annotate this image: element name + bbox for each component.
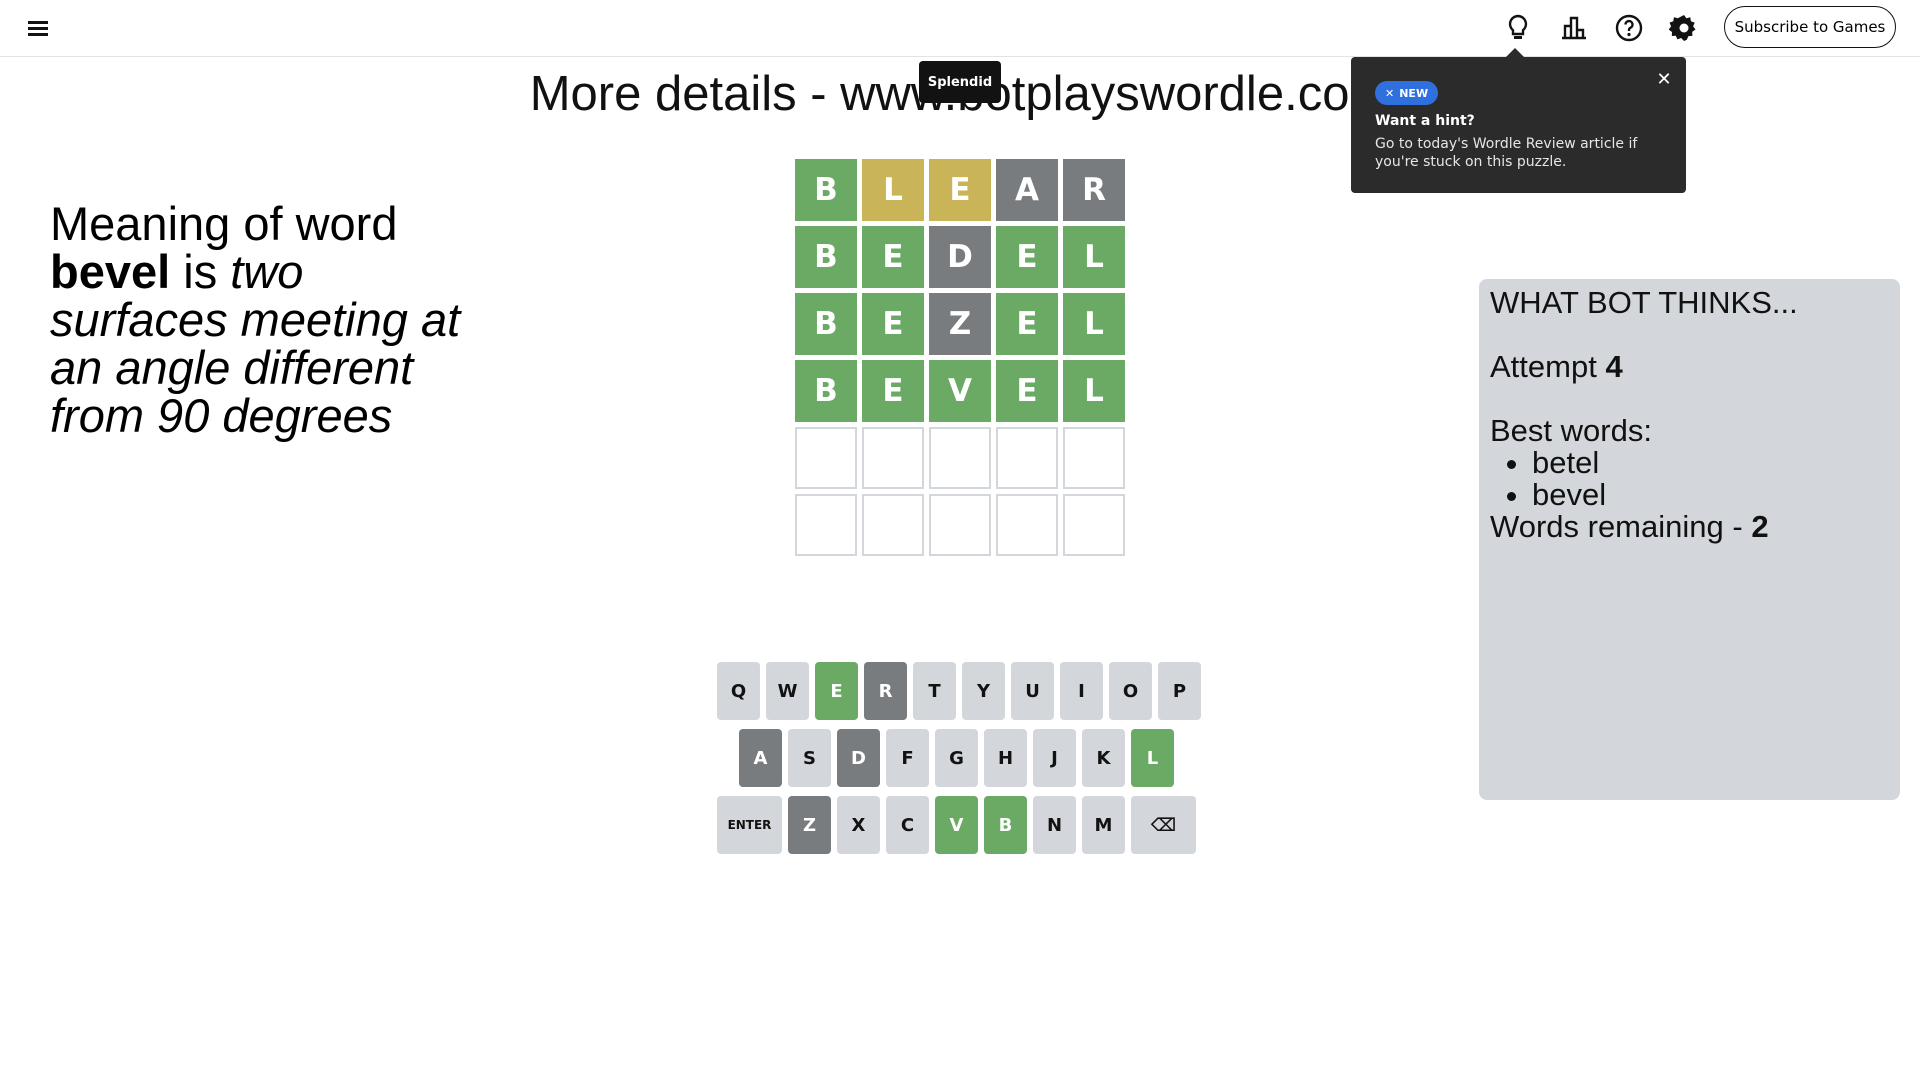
best-word-item: betel bbox=[1532, 447, 1889, 479]
key-w[interactable]: W bbox=[766, 662, 809, 720]
key-p[interactable]: P bbox=[1158, 662, 1201, 720]
key-h[interactable]: H bbox=[984, 729, 1027, 787]
key-g[interactable]: G bbox=[935, 729, 978, 787]
best-words-label: Best words: bbox=[1490, 413, 1652, 448]
board-tile bbox=[929, 494, 991, 556]
board-tile: L bbox=[1063, 226, 1125, 288]
top-bar: Subscribe to Games bbox=[0, 0, 1920, 57]
key-m[interactable]: M bbox=[1082, 796, 1125, 854]
board-tile: B bbox=[795, 293, 857, 355]
key-f[interactable]: F bbox=[886, 729, 929, 787]
meaning-word: bevel bbox=[50, 245, 171, 298]
key-o[interactable]: O bbox=[1109, 662, 1152, 720]
settings-gear-icon[interactable] bbox=[1668, 12, 1700, 44]
words-remaining-line: Words remaining - 2 bbox=[1490, 511, 1889, 543]
sparkle-icon: ✕ bbox=[1385, 86, 1395, 100]
enter-key[interactable]: ENTER bbox=[717, 796, 782, 854]
word-meaning-panel: Meaning of word bevel is two surfaces me… bbox=[50, 200, 470, 440]
key-r[interactable]: R bbox=[864, 662, 907, 720]
new-badge: ✕ NEW bbox=[1375, 81, 1439, 105]
hint-body: Go to today's Wordle Review article if y… bbox=[1375, 136, 1638, 170]
best-word-item: bevel bbox=[1532, 479, 1889, 511]
key-v[interactable]: V bbox=[935, 796, 978, 854]
board-tile: E bbox=[996, 360, 1058, 422]
key-x[interactable]: X bbox=[837, 796, 880, 854]
backspace-key[interactable]: ⌫ bbox=[1131, 796, 1196, 854]
best-words-list: betel bevel bbox=[1490, 447, 1889, 511]
attempt-label: Attempt bbox=[1490, 349, 1597, 384]
key-l[interactable]: L bbox=[1131, 729, 1174, 787]
words-remaining-value: 2 bbox=[1751, 509, 1769, 544]
key-a[interactable]: A bbox=[739, 729, 782, 787]
board-tile bbox=[996, 427, 1058, 489]
board-tile: E bbox=[996, 226, 1058, 288]
key-t[interactable]: T bbox=[913, 662, 956, 720]
close-icon[interactable]: ✕ bbox=[1654, 69, 1674, 90]
board-tile: L bbox=[1063, 360, 1125, 422]
board-tile: R bbox=[1063, 159, 1125, 221]
board-tile: B bbox=[795, 159, 857, 221]
hint-popover: ✕ NEW Want a hint? Go to today's Wordle R… bbox=[1351, 48, 1686, 193]
board-tile bbox=[1063, 427, 1125, 489]
board-tile bbox=[795, 427, 857, 489]
key-c[interactable]: C bbox=[886, 796, 929, 854]
key-b[interactable]: B bbox=[984, 796, 1027, 854]
key-n[interactable]: N bbox=[1033, 796, 1076, 854]
help-icon[interactable] bbox=[1613, 12, 1645, 44]
board-tile: E bbox=[862, 226, 924, 288]
attempt-line: Attempt 4 bbox=[1490, 351, 1889, 383]
board-tile bbox=[862, 427, 924, 489]
key-e[interactable]: E bbox=[815, 662, 858, 720]
board-tile bbox=[795, 494, 857, 556]
key-s[interactable]: S bbox=[788, 729, 831, 787]
key-u[interactable]: U bbox=[1011, 662, 1054, 720]
board-tile: L bbox=[862, 159, 924, 221]
board-tile: B bbox=[795, 226, 857, 288]
board-tile: B bbox=[795, 360, 857, 422]
bot-thinks-panel: WHAT BOT THINKS... Attempt 4 Best words:… bbox=[1479, 279, 1900, 800]
meaning-prefix: Meaning of word bbox=[50, 197, 398, 250]
board-tile: E bbox=[862, 360, 924, 422]
meaning-is: is bbox=[183, 245, 218, 298]
board-tile bbox=[929, 427, 991, 489]
toast-message: Splendid bbox=[919, 61, 1001, 103]
new-badge-label: NEW bbox=[1399, 86, 1429, 100]
board-tile: V bbox=[929, 360, 991, 422]
board-tile bbox=[1063, 494, 1125, 556]
board-tile: E bbox=[929, 159, 991, 221]
key-q[interactable]: Q bbox=[717, 662, 760, 720]
board-tile: A bbox=[996, 159, 1058, 221]
key-d[interactable]: D bbox=[837, 729, 880, 787]
attempt-value: 4 bbox=[1605, 349, 1623, 384]
hint-lightbulb-icon[interactable] bbox=[1502, 12, 1534, 44]
bot-heading: WHAT BOT THINKS... bbox=[1490, 285, 1798, 320]
words-remaining-label: Words remaining - bbox=[1490, 509, 1743, 544]
board-tile: L bbox=[1063, 293, 1125, 355]
subscribe-button[interactable]: Subscribe to Games bbox=[1724, 6, 1896, 48]
statistics-icon[interactable] bbox=[1558, 12, 1590, 44]
key-j[interactable]: J bbox=[1033, 729, 1076, 787]
key-i[interactable]: I bbox=[1060, 662, 1103, 720]
board-tile: D bbox=[929, 226, 991, 288]
hint-title: Want a hint? bbox=[1375, 113, 1475, 129]
key-k[interactable]: K bbox=[1082, 729, 1125, 787]
board-tile: E bbox=[862, 293, 924, 355]
key-z[interactable]: Z bbox=[788, 796, 831, 854]
menu-icon[interactable] bbox=[28, 18, 52, 38]
board-tile bbox=[862, 494, 924, 556]
key-y[interactable]: Y bbox=[962, 662, 1005, 720]
board-tile bbox=[996, 494, 1058, 556]
board-tile: Z bbox=[929, 293, 991, 355]
board-tile: E bbox=[996, 293, 1058, 355]
